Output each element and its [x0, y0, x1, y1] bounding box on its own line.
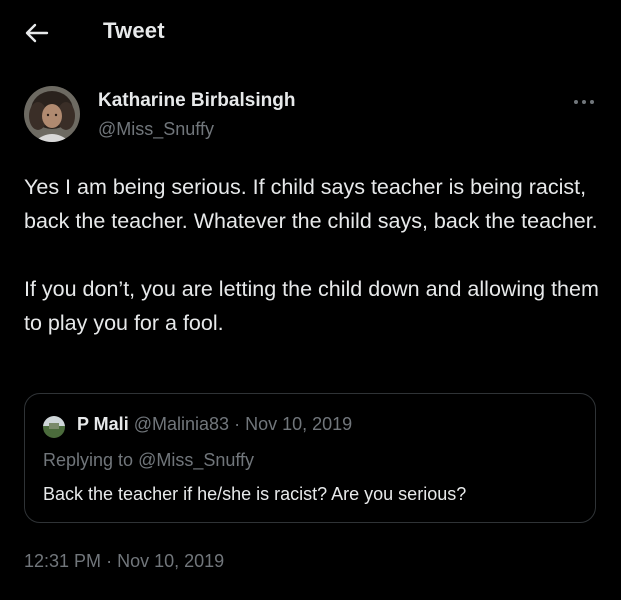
quoted-author-name: P Mali	[77, 414, 129, 434]
replying-to: Replying to @Miss_Snuffy	[43, 450, 254, 471]
more-options-button[interactable]	[570, 92, 600, 112]
more-horizontal-icon	[574, 100, 594, 104]
tweet-text: Yes I am being serious. If child says te…	[24, 170, 599, 340]
arrow-left-icon	[25, 23, 49, 43]
author-handle[interactable]: @Miss_Snuffy	[98, 119, 214, 140]
page-title: Tweet	[103, 18, 165, 43]
tweet-paragraph: If you don’t, you are letting the child …	[24, 277, 599, 335]
replying-prefix: Replying to	[43, 450, 139, 470]
quoted-text: Back the teacher if he/she is racist? Ar…	[43, 484, 467, 504]
quoted-avatar	[43, 416, 65, 438]
avatar-image	[24, 86, 80, 142]
quoted-avatar-image	[43, 416, 65, 438]
quoted-header: P Mali @Malinia83 · Nov 10, 2019	[77, 414, 352, 435]
header-bar: Tweet	[0, 0, 621, 64]
tweet-author: Katharine Birbalsingh @Miss_Snuffy	[24, 86, 599, 150]
separator-dot: ·	[106, 551, 113, 571]
tweet-timestamp: 12:31 PM · Nov 10, 2019	[24, 551, 224, 572]
quoted-tweet[interactable]: P Mali @Malinia83 · Nov 10, 2019 Replyin…	[24, 393, 596, 523]
avatar[interactable]	[24, 86, 80, 142]
replying-to-handle: @Miss_Snuffy	[138, 450, 255, 470]
tweet-paragraph: Yes I am being serious. If child says te…	[24, 175, 598, 233]
timestamp-date[interactable]: Nov 10, 2019	[117, 551, 224, 571]
author-name[interactable]: Katharine Birbalsingh	[98, 90, 295, 112]
back-button[interactable]	[22, 18, 52, 48]
separator-dot: ·	[234, 414, 241, 434]
quoted-date: Nov 10, 2019	[245, 414, 353, 434]
timestamp-time[interactable]: 12:31 PM	[24, 551, 101, 571]
quoted-author-handle: @Malinia83	[133, 414, 230, 434]
